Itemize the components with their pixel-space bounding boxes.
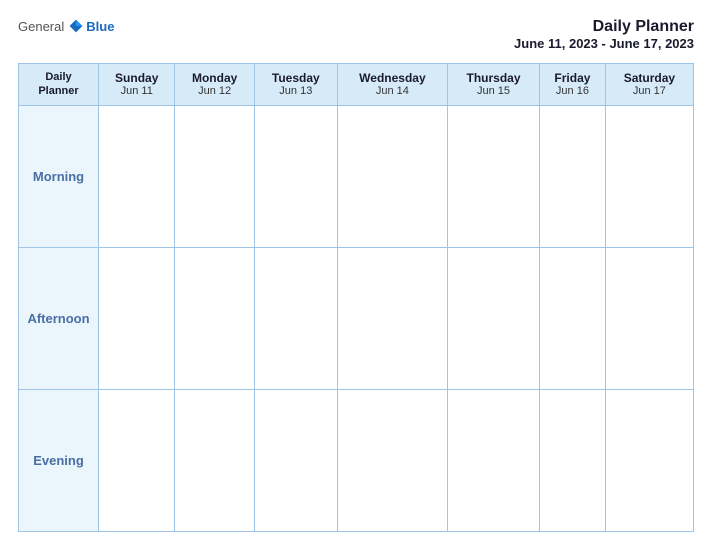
afternoon-monday[interactable] [175,247,254,389]
evening-sunday[interactable] [99,389,175,531]
date-range: June 11, 2023 - June 17, 2023 [514,36,694,51]
morning-wednesday[interactable] [337,105,447,247]
afternoon-wednesday[interactable] [337,247,447,389]
evening-label: Evening [19,389,99,531]
sunday-name: Sunday [103,71,170,85]
afternoon-saturday[interactable] [605,247,693,389]
morning-saturday[interactable] [605,105,693,247]
afternoon-tuesday[interactable] [254,247,337,389]
morning-label: Morning [19,105,99,247]
tuesday-name: Tuesday [259,71,333,85]
friday-date: Jun 16 [544,85,601,97]
sunday-date: Jun 11 [103,85,170,97]
evening-friday[interactable] [540,389,606,531]
thursday-name: Thursday [452,71,535,85]
monday-name: Monday [179,71,249,85]
evening-row: Evening [19,389,694,531]
afternoon-thursday[interactable] [448,247,540,389]
evening-wednesday[interactable] [337,389,447,531]
afternoon-sunday[interactable] [99,247,175,389]
logo-icon [68,18,84,34]
planner-title: Daily Planner [514,18,694,36]
title-area: Daily Planner June 11, 2023 - June 17, 2… [514,18,694,51]
evening-monday[interactable] [175,389,254,531]
tuesday-date: Jun 13 [259,85,333,97]
th-saturday: Saturday Jun 17 [605,64,693,106]
th-label-text: DailyPlanner [38,71,78,97]
afternoon-row: Afternoon [19,247,694,389]
th-tuesday: Tuesday Jun 13 [254,64,337,106]
friday-name: Friday [544,71,601,85]
evening-thursday[interactable] [448,389,540,531]
wednesday-date: Jun 14 [342,85,443,97]
logo: General Blue [18,18,114,34]
saturday-name: Saturday [610,71,689,85]
morning-tuesday[interactable] [254,105,337,247]
logo-area: General Blue [18,18,114,34]
thursday-date: Jun 15 [452,85,535,97]
page: General Blue Daily Planner June 11, 2023… [0,0,712,550]
th-label: DailyPlanner [19,64,99,106]
afternoon-friday[interactable] [540,247,606,389]
monday-date: Jun 12 [179,85,249,97]
morning-monday[interactable] [175,105,254,247]
logo-general-text: General [18,19,64,34]
th-friday: Friday Jun 16 [540,64,606,106]
saturday-date: Jun 17 [610,85,689,97]
evening-saturday[interactable] [605,389,693,531]
evening-tuesday[interactable] [254,389,337,531]
th-sunday: Sunday Jun 11 [99,64,175,106]
logo-blue-text: Blue [86,19,114,34]
th-wednesday: Wednesday Jun 14 [337,64,447,106]
morning-row: Morning [19,105,694,247]
wednesday-name: Wednesday [342,71,443,85]
morning-sunday[interactable] [99,105,175,247]
planner-table: DailyPlanner Sunday Jun 11 Monday Jun 12… [18,63,694,532]
morning-friday[interactable] [540,105,606,247]
morning-thursday[interactable] [448,105,540,247]
header-row: DailyPlanner Sunday Jun 11 Monday Jun 12… [19,64,694,106]
th-monday: Monday Jun 12 [175,64,254,106]
th-thursday: Thursday Jun 15 [448,64,540,106]
afternoon-label: Afternoon [19,247,99,389]
header: General Blue Daily Planner June 11, 2023… [18,18,694,51]
